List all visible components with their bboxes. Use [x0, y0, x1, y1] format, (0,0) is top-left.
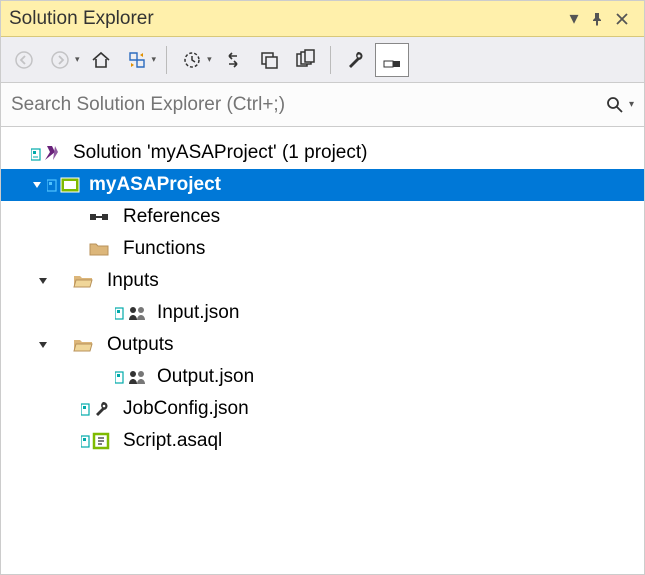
- references-node[interactable]: References: [1, 201, 644, 233]
- jobconfig-file[interactable]: JobConfig.json: [1, 393, 644, 425]
- solution-icon: [29, 143, 69, 163]
- collapse-all-button[interactable]: [252, 43, 286, 77]
- title-bar: Solution Explorer ▾: [1, 1, 644, 37]
- pending-dropdown-icon[interactable]: ▾: [207, 54, 214, 65]
- separator: [166, 46, 167, 74]
- search-button[interactable]: ▾: [605, 95, 634, 115]
- folder-open-icon: [63, 273, 103, 289]
- preview-button[interactable]: [375, 43, 409, 77]
- close-icon[interactable]: [616, 13, 636, 25]
- inputs-folder[interactable]: Inputs: [1, 265, 644, 297]
- output-file-label: Output.json: [153, 366, 254, 388]
- folder-open-icon: [63, 337, 103, 353]
- folder-icon: [79, 241, 119, 257]
- properties-button[interactable]: [339, 43, 373, 77]
- functions-folder[interactable]: Functions: [1, 233, 644, 265]
- script-label: Script.asaql: [119, 430, 222, 452]
- sync-dropdown-icon[interactable]: ▾: [152, 54, 159, 65]
- input-file-label: Input.json: [153, 302, 239, 324]
- config-file-icon: [79, 400, 119, 418]
- window-menu-icon[interactable]: ▾: [564, 8, 584, 29]
- project-label: myASAProject: [85, 174, 221, 196]
- outputs-label: Outputs: [103, 334, 174, 356]
- pending-changes-button[interactable]: [175, 43, 209, 77]
- back-button[interactable]: [7, 43, 41, 77]
- output-json-file[interactable]: Output.json: [1, 361, 644, 393]
- sync-button[interactable]: [120, 43, 154, 77]
- expander-icon[interactable]: [29, 180, 45, 190]
- solution-tree: Solution 'myASAProject' (1 project) myAS…: [1, 127, 644, 467]
- home-button[interactable]: [84, 43, 118, 77]
- inputs-label: Inputs: [103, 270, 159, 292]
- window-title: Solution Explorer: [9, 8, 558, 30]
- toolbar: ▾ ▾ ▾: [1, 37, 644, 83]
- references-icon: [79, 209, 119, 225]
- expander-icon[interactable]: [35, 276, 51, 286]
- json-file-icon: [113, 304, 153, 322]
- solution-node[interactable]: Solution 'myASAProject' (1 project): [1, 137, 644, 169]
- project-icon: [45, 175, 85, 195]
- solution-label: Solution 'myASAProject' (1 project): [69, 142, 367, 164]
- expander-icon[interactable]: [35, 340, 51, 350]
- forward-button[interactable]: [43, 43, 77, 77]
- input-json-file[interactable]: Input.json: [1, 297, 644, 329]
- references-label: References: [119, 206, 220, 228]
- functions-label: Functions: [119, 238, 205, 260]
- project-node[interactable]: myASAProject: [1, 169, 644, 201]
- refresh-button[interactable]: [216, 43, 250, 77]
- outputs-folder[interactable]: Outputs: [1, 329, 644, 361]
- pin-icon[interactable]: [590, 12, 610, 26]
- show-all-files-button[interactable]: [288, 43, 322, 77]
- search-input[interactable]: [11, 94, 605, 116]
- jobconfig-label: JobConfig.json: [119, 398, 249, 420]
- script-file[interactable]: Script.asaql: [1, 425, 644, 457]
- json-file-icon: [113, 368, 153, 386]
- search-bar: ▾: [1, 83, 644, 127]
- script-file-icon: [79, 432, 119, 450]
- separator: [330, 46, 331, 74]
